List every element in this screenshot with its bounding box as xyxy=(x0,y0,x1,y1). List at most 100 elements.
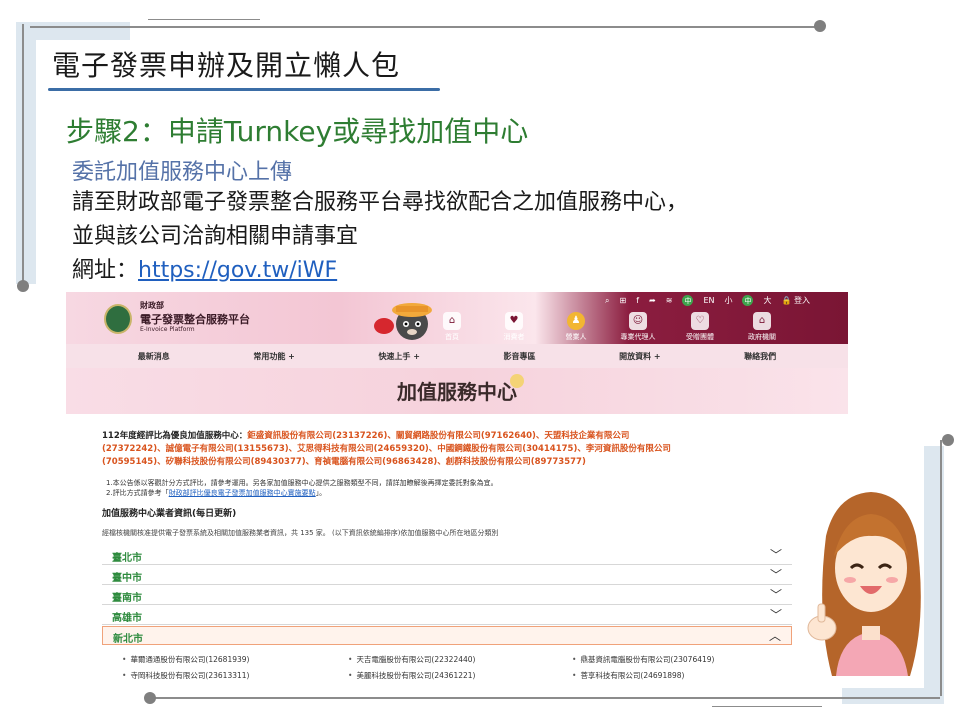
region-label: 臺南市 xyxy=(112,593,142,604)
home-icon: ⌂ xyxy=(443,312,461,330)
url-line: 網址：https://gov.tw/iWF xyxy=(72,252,337,284)
top-short-line xyxy=(148,19,260,20)
sub-heading: 委託加值服務中心上傳 xyxy=(72,160,293,185)
notice-companies-3: (70595145)、矽聯科技股份有限公司(89430377)、育禎電腦有限公司… xyxy=(102,457,586,467)
platform-english-name: E-Invoice Platform xyxy=(140,326,195,333)
notice-prefix: 112年度經評比為優良加值服務中心： xyxy=(102,431,248,441)
top-right-dot xyxy=(814,20,826,32)
rss-icon[interactable]: ≋ xyxy=(666,296,673,305)
region-accordion-tainan[interactable]: 臺南市 ﹀ xyxy=(102,586,792,605)
english-language-link[interactable]: EN xyxy=(703,296,714,305)
government-icon: ⌂ xyxy=(753,312,771,330)
font-size-small[interactable]: 小 xyxy=(724,295,732,306)
note-1: 1.本公告係以客觀計分方式評比，請參考運用。另各家加值服務中心提供之服務類型不同… xyxy=(106,479,498,487)
region-accordion-new-taipei[interactable]: 新北市 ︿ xyxy=(102,626,792,645)
chevron-up-icon: ︿ xyxy=(768,629,781,643)
utility-bar: ⌕ ⊞ f ➦ ≋ 中 EN 小 中 大 🔒 登入 xyxy=(605,295,810,306)
left-bottom-dot xyxy=(17,280,29,292)
donation-icon: ♡ xyxy=(691,312,709,330)
einvoice-website-screenshot: 財政部 電子發票整合服務平台 E-Invoice Platform ⌕ ⊞ f … xyxy=(66,292,848,682)
role-label: 營業人 xyxy=(565,333,587,341)
bottom-left-dot xyxy=(144,692,156,704)
top-divider-line xyxy=(30,26,820,28)
menu-item-news[interactable]: 最新消息 xyxy=(138,351,170,362)
share-icon[interactable]: ➦ xyxy=(649,296,656,305)
region-accordion-kaohsiung[interactable]: 高雄市 ﹀ xyxy=(102,606,792,625)
role-nav: ⌂ 首頁 ♥ 消費者 ♟ 營業人 ☺ 專業代理人 ♡ 受贈團體 ⌂ 政府機關 xyxy=(430,312,784,342)
role-consumer[interactable]: ♥ 消費者 xyxy=(492,312,536,342)
vendor-item[interactable]: 寺岡科技股份有限公司(23613311) xyxy=(122,670,249,681)
vendor-item[interactable]: 華爾通通股份有限公司(12681939) xyxy=(122,654,249,665)
region-label: 新北市 xyxy=(113,634,143,645)
facebook-icon[interactable]: f xyxy=(636,296,639,305)
menu-item-common-functions[interactable]: 常用功能 + xyxy=(253,351,295,362)
chevron-down-icon: ﹀ xyxy=(769,568,782,582)
role-label: 政府機關 xyxy=(748,333,776,341)
role-home[interactable]: ⌂ 首頁 xyxy=(430,312,474,342)
evaluation-guideline-link[interactable]: 財政部評比優良電子發票加值服務中心實施要點 xyxy=(169,489,316,497)
body-text-line-1: 請至財政部電子發票整合服務平台尋找欲配合之加值服務中心， xyxy=(72,190,689,215)
role-agent[interactable]: ☺ 專業代理人 xyxy=(616,312,660,342)
url-link[interactable]: https://gov.tw/iWF xyxy=(138,258,337,283)
basket-icon: ♥ xyxy=(505,312,523,330)
font-size-medium[interactable]: 中 xyxy=(742,295,754,306)
menu-item-media[interactable]: 影音專區 xyxy=(504,351,536,362)
chevron-down-icon: ﹀ xyxy=(769,608,782,622)
menu-item-quick-start[interactable]: 快速上手 + xyxy=(378,351,420,362)
vendor-item[interactable]: 鼎基資訊電腦股份有限公司(23076419) xyxy=(572,654,714,665)
chevron-down-icon: ﹀ xyxy=(769,548,782,562)
sitemap-icon[interactable]: ⊞ xyxy=(620,296,627,305)
font-size-large[interactable]: 大 xyxy=(763,295,771,306)
region-label: 高雄市 xyxy=(112,613,142,624)
role-donation[interactable]: ♡ 受贈團體 xyxy=(678,312,722,342)
region-label: 臺北市 xyxy=(112,553,142,564)
region-label: 臺中市 xyxy=(112,573,142,584)
excellent-providers-notice: 112年度經評比為優良加值服務中心：鉅盛資訊股份有限公司(23137226)、關… xyxy=(102,430,802,469)
menu-item-contact[interactable]: 聯絡我們 xyxy=(744,351,776,362)
role-label: 受贈團體 xyxy=(686,333,714,341)
government-emblem-icon xyxy=(104,304,132,334)
role-business[interactable]: ♟ 營業人 xyxy=(554,312,598,342)
url-label: 網址： xyxy=(72,258,139,283)
vendor-item[interactable]: 美麗科技股份有限公司(24361221) xyxy=(348,670,475,681)
search-icon[interactable]: ⌕ xyxy=(605,296,609,306)
chinese-language-icon[interactable]: 中 xyxy=(682,295,694,306)
role-label: 首頁 xyxy=(445,333,459,341)
note-2-prefix: 2.評比方式請參考「 xyxy=(106,489,169,497)
role-label: 專業代理人 xyxy=(620,333,656,341)
region-accordion-taichung[interactable]: 臺中市 ﹀ xyxy=(102,566,792,585)
chevron-down-icon: ﹀ xyxy=(769,588,782,602)
business-icon: ♟ xyxy=(567,312,585,330)
role-label: 消費者 xyxy=(503,333,525,341)
banner-title: 加值服務中心 xyxy=(397,380,517,404)
agent-icon: ☺ xyxy=(629,312,647,330)
login-label: 登入 xyxy=(794,296,810,305)
platform-name[interactable]: 電子發票整合服務平台 xyxy=(140,311,250,327)
right-top-dot xyxy=(942,434,954,446)
bottom-short-line xyxy=(712,706,822,707)
region-accordion-taipei[interactable]: 臺北市 ﹀ xyxy=(102,546,792,565)
provider-list-title: 加值服務中心業者資訊(每日更新) xyxy=(102,509,237,519)
vendor-item[interactable]: 天吉電腦股份有限公司(22322440) xyxy=(348,654,475,665)
main-menu: 最新消息 常用功能 + 快速上手 + 影音專區 開放資料 + 聯絡我們 xyxy=(66,344,848,368)
left-divider-line xyxy=(22,24,24,286)
slide-title: 電子發票申辦及開立懶人包 xyxy=(52,49,401,82)
role-government[interactable]: ⌂ 政府機關 xyxy=(740,312,784,342)
vendor-item[interactable]: 菩享科技有限公司(24691898) xyxy=(572,670,684,681)
note-2: 2.評比方式請參考「財政部評比優良電子發票加值服務中心實施要點」。 xyxy=(106,488,498,498)
page-banner: 加值服務中心 xyxy=(66,368,848,414)
site-header: 財政部 電子發票整合服務平台 E-Invoice Platform ⌕ ⊞ f … xyxy=(66,292,848,344)
notice-companies-2: (27372242)、誠億電子有限公司(13155673)、艾思得科技有限公司(… xyxy=(102,444,671,454)
menu-item-open-data[interactable]: 開放資料 + xyxy=(619,351,661,362)
notes: 1.本公告係以客觀計分方式評比，請參考運用。另各家加值服務中心提供之服務類型不同… xyxy=(106,478,498,498)
login-link[interactable]: 🔒 登入 xyxy=(781,295,810,306)
provider-list-description: 經檔核機關核准提供電子發票系統及相關加值服務業者資訊，共 135 家。 (以下資… xyxy=(102,529,499,537)
ministry-label: 財政部 xyxy=(140,301,164,310)
corner-decoration-top-left xyxy=(16,22,36,284)
title-underline xyxy=(48,88,440,91)
corner-decoration-top-left-bar xyxy=(16,22,130,40)
cartoon-girl-illustration xyxy=(807,492,921,676)
lock-icon: 🔒 xyxy=(781,296,792,305)
body-text-line-2: 並與該公司洽詢相關申請事宜 xyxy=(72,224,359,249)
step-heading: 步驟2：申請Turnkey或尋找加值中心 xyxy=(66,115,529,148)
